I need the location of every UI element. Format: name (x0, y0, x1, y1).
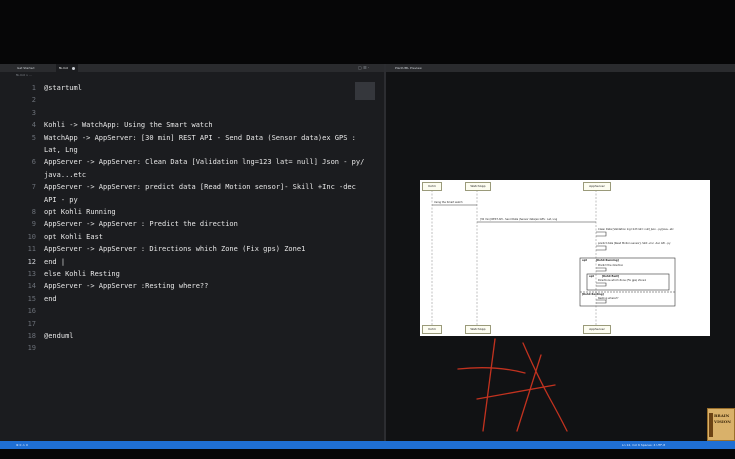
code-line[interactable]: 3 (14, 107, 374, 119)
message-using-smart-watch: Using the Smart watch (434, 201, 463, 204)
line-number: 16 (27, 307, 36, 316)
participant-watchapp-top: WatchApp (465, 182, 491, 191)
code-text: Kohli -> WatchApp: Using the Smart watch (44, 121, 213, 130)
code-line[interactable]: 4 Kohli -> WatchApp: Using the Smart watc… (14, 119, 374, 131)
code-editor[interactable]: 1 @startuml 2 3 4 Kohli -> WatchApp: Using th… (0, 78, 384, 441)
line-number: 17 (27, 319, 36, 328)
tab-bar: Get Started fb.md ▢ ☰ · PlantUML Preview (0, 64, 735, 72)
status-bar: ⊗ 0 ⚠ 0 Ln 12, Col 6 Spaces: 4 UTF-8 (0, 441, 735, 449)
line-number: 18 (27, 332, 36, 340)
code-text: java...etc (44, 170, 87, 179)
line-number: 8 (31, 208, 36, 216)
line-number: 2 (31, 96, 36, 105)
frame-else-guard: [Kohli Resting] (582, 293, 604, 296)
handwritten-annotation (457, 338, 568, 432)
line-number: 1 (31, 84, 36, 92)
code-text: @startuml (44, 84, 82, 92)
code-line[interactable]: 12 end | (14, 256, 374, 268)
code-line[interactable]: 1 @startuml (14, 82, 374, 94)
line-number: 12 (27, 257, 36, 266)
participant-kohli-top: Kohli (422, 182, 442, 191)
line-number: 10 (27, 232, 36, 241)
line-number: 4 (31, 121, 36, 130)
message-predict-direction: Predict the direction (598, 264, 624, 267)
top-letterbox (0, 0, 735, 64)
line-number: 3 (31, 108, 36, 117)
code-line[interactable]: 9 AppServer -> AppServer : Predict the di… (14, 218, 374, 230)
code-line[interactable]: 5 WatchApp -> AppServer: [30 min] REST AP… (14, 132, 374, 144)
code-text: AppServer -> AppServer :Resting where?? (44, 282, 209, 291)
tab-fb-md[interactable]: fb.md (56, 64, 78, 72)
brain-vision-logo: BRAIN VISION (707, 408, 735, 441)
line-number: 15 (27, 294, 36, 303)
code-line[interactable]: 10 opt Kohli East (14, 231, 374, 243)
message-predict-data: predict data [Read Motion sensor]- Skill… (598, 242, 671, 245)
code-line[interactable]: 6 AppServer -> AppServer: Clean Data [Val… (14, 156, 374, 168)
participant-appserver-top: AppServer (583, 182, 611, 191)
frame-opt-inner-label: opt (589, 275, 594, 278)
line-number: 13 (27, 270, 36, 278)
code-line[interactable]: 19 (14, 342, 374, 354)
logo-line2: VISION (714, 419, 731, 424)
message-directions-zone: Directions which Zone (Fix gps) Zone1 (598, 279, 647, 282)
editor-actions-icon[interactable]: ▢ ☰ · (358, 64, 369, 72)
line-number: 19 (27, 344, 36, 353)
code-text: AppServer -> AppServer: Clean Data [Vali… (44, 158, 365, 167)
participant-watchapp-bottom: WatchApp (465, 325, 491, 334)
tab-get-started[interactable]: Get Started (14, 64, 37, 72)
code-line[interactable]: Lat, Lng (14, 144, 374, 156)
code-text: AppServer -> AppServer : Directions whic… (44, 245, 306, 254)
problems-indicator[interactable]: ⊗ 0 ⚠ 0 (16, 441, 28, 449)
line-number: 14 (27, 282, 36, 291)
message-rest-api: [30 min] REST API - Send Data (Sensor da… (480, 218, 558, 221)
code-text: end (44, 294, 57, 303)
code-line[interactable]: java...etc (14, 169, 374, 181)
code-text: end | (44, 257, 66, 266)
frame-opt-outer-guard: [Kohli Running] (596, 259, 619, 262)
code-text: opt Kohli East (44, 232, 104, 241)
line-number: 7 (31, 183, 36, 192)
bottom-letterbox (0, 449, 735, 459)
sequence-diagram: Kohli WatchApp AppServer Kohli WatchApp … (420, 180, 710, 336)
participant-kohli-bottom: Kohli (422, 325, 442, 334)
tab-plantuml-preview[interactable]: PlantUML Preview (392, 64, 425, 72)
code-line[interactable]: API - py (14, 194, 374, 206)
code-text: API - py (44, 195, 78, 204)
code-line[interactable]: 16 (14, 305, 374, 317)
code-text: opt Kohli Running (44, 208, 116, 216)
line-number: 11 (27, 245, 36, 254)
line-number: 9 (31, 220, 36, 229)
code-text: WatchApp -> AppServer: [30 min] REST API… (44, 133, 356, 142)
code-line[interactable]: 18 @enduml (14, 330, 374, 342)
code-text: else Kohli Resting (44, 270, 120, 278)
code-line[interactable]: 7 AppServer -> AppServer: predict data [R… (14, 181, 374, 193)
frame-opt-outer-label: opt (582, 259, 587, 262)
cursor-position[interactable]: Ln 12, Col 6 Spaces: 4 UTF-8 (622, 441, 665, 449)
logo-mark-icon (709, 413, 713, 437)
code-line[interactable]: 14 AppServer -> AppServer :Resting where?… (14, 280, 374, 292)
line-number: 6 (31, 158, 36, 167)
code-line[interactable]: 2 (14, 94, 374, 106)
code-text: Lat, Lng (44, 146, 78, 154)
code-line[interactable]: 13 else Kohli Resting (14, 268, 374, 280)
code-line[interactable]: 17 (14, 318, 374, 330)
participant-appserver-bottom: AppServer (583, 325, 611, 334)
message-resting-where: Resting where?? (598, 297, 619, 300)
code-text: AppServer -> AppServer : Predict the dir… (44, 220, 238, 229)
code-line[interactable]: 8 opt Kohli Running (14, 206, 374, 218)
message-clean-data: Clean Data [Validation lng=123 lat= null… (598, 228, 674, 231)
code-text: AppServer -> AppServer: predict data [Re… (44, 183, 356, 192)
code-text: @enduml (44, 332, 74, 340)
diagram-lines (431, 190, 676, 325)
frame-opt-inner-guard: [Kohli East] (602, 275, 619, 278)
code-line[interactable]: 11 AppServer -> AppServer : Directions wh… (14, 243, 374, 255)
code-line[interactable]: 15 end (14, 293, 374, 305)
line-number: 5 (31, 133, 36, 142)
minimap[interactable] (355, 82, 375, 100)
